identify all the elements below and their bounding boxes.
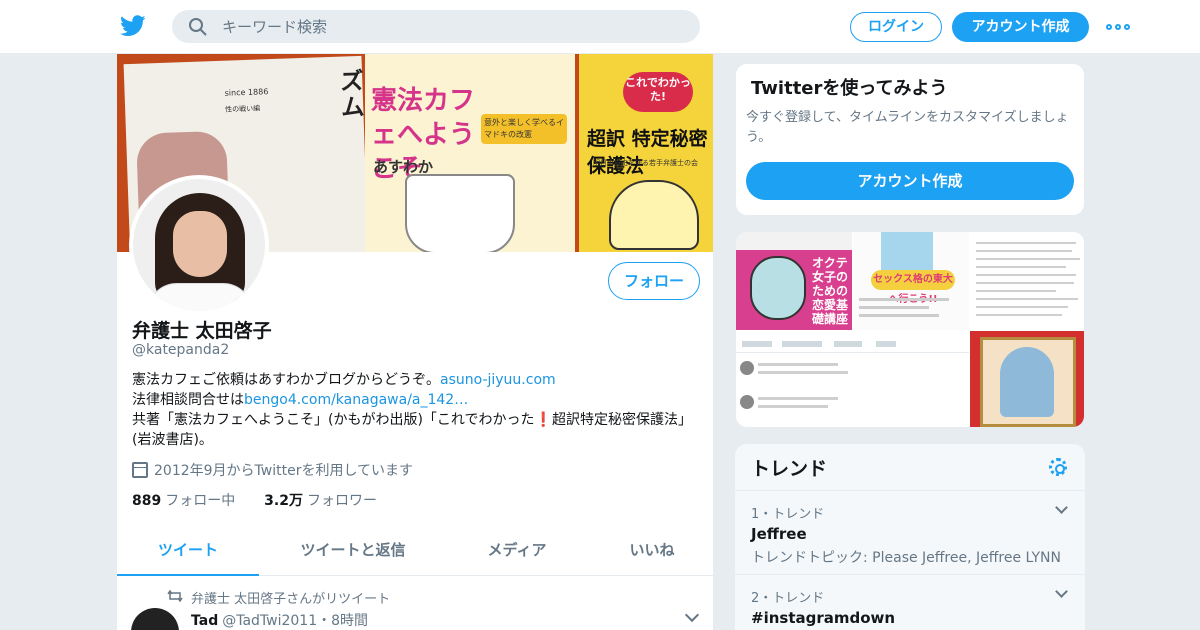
retweet-note: 弁護士 太田啓子さんがリツイート [191, 592, 391, 607]
search-input[interactable] [222, 10, 682, 43]
tab-tweets-and-replies[interactable]: ツイートと返信 [283, 530, 423, 576]
retweet-icon [167, 590, 183, 602]
banner-book-kenpo-cafe: 憲法カフェへようこそ 意外と楽しく学べるイマドキの改憲 あすわか [365, 54, 575, 252]
signup-card-text: 今すぐ登録して、タイムラインをカスタマイズしましょう。 [746, 110, 1069, 145]
banner-cup-illustration [405, 174, 515, 252]
tweet-author-avatar[interactable] [131, 608, 179, 630]
banner-book2-subtitle: 意外と楽しく学べるイマドキの改憲 [481, 114, 567, 144]
profile-avatar[interactable] [129, 175, 269, 315]
bio-text: 法律相談問合せは [132, 392, 244, 408]
trend-topic: #instagramdown [751, 609, 896, 627]
login-button[interactable]: ログイン [850, 12, 942, 42]
chevron-down-icon[interactable] [1055, 501, 1068, 514]
media-thumbnails: オクテ女子のための恋愛基礎講座 セックス格の東大へ行こう!! [735, 231, 1085, 428]
profile-bio: 憲法カフェご依頼はあすわかブログからどうぞ。asuno-jiyuu.com 法律… [132, 370, 702, 450]
trend-topic: Jeffree [751, 525, 807, 543]
tweet-author-handle: @TadTwi2011 [222, 613, 318, 629]
media-thumbnail-4[interactable] [736, 331, 969, 427]
trend-item[interactable]: 1・トレンド Jeffree トレンドトピック: Please Jeffree,… [735, 490, 1085, 574]
chevron-down-icon[interactable] [1055, 585, 1068, 598]
join-date-text: 2012年9月からTwitterを利用しています [154, 463, 414, 479]
trends-panel: トレンド 1・トレンド Jeffree トレンドトピック: Please Jef… [735, 444, 1085, 630]
signup-card-title: Twitterを使ってみよう [751, 78, 948, 99]
following-count: 889 [132, 493, 162, 509]
tweet-time[interactable]: ・8時間 [317, 613, 368, 629]
bio-text: 共著「憲法カフェへようこそ」(かもがわ出版)「これでわかった [132, 412, 535, 428]
gear-icon[interactable] [1049, 458, 1067, 476]
chevron-down-icon[interactable] [684, 607, 700, 623]
profile-join-date: 2012年9月からTwitterを利用しています [132, 460, 413, 480]
follow-button[interactable]: フォロー [608, 262, 700, 300]
profile-handle: @katepanda2 [132, 342, 230, 358]
media-thumbnail-2[interactable]: セックス格の東大へ行こう!! [853, 232, 969, 330]
banner-character-illustration [609, 180, 699, 250]
exclamation-icon: ❗ [534, 412, 552, 428]
trend-meta: 2・トレンド [751, 591, 825, 606]
top-navigation-bar: ログイン アカウント作成 [0, 0, 1200, 54]
twitter-bird-icon[interactable] [120, 14, 146, 38]
followers-stat[interactable]: 3.2万 フォロワー [264, 493, 377, 509]
bio-text: 憲法カフェご依頼はあすわかブログからどうぞ。 [132, 372, 440, 388]
following-label: フォロー中 [165, 493, 236, 509]
trend-item[interactable]: 2・トレンド #instagramdown [735, 574, 1085, 630]
trend-meta: 1・トレンド [751, 507, 825, 522]
following-stat[interactable]: 889 フォロー中 [132, 493, 235, 509]
signup-card: Twitterを使ってみよう 今すぐ登録して、タイムラインをカスタマイズしましょ… [735, 63, 1085, 216]
followers-label: フォロワー [306, 493, 377, 509]
profile-column: since 1886 性の戦い編 日本のフェミニズム 憲法カフェへようこそ 意外… [116, 54, 714, 630]
banner-book1-subcaption: 性の戦い編 [225, 104, 261, 114]
banner-book-secrecy-law: これでわかった! 超訳 特定秘密保護法 明日の自由を守る若手弁護士の会 [579, 54, 713, 252]
character-illustration [1000, 347, 1054, 417]
tweet-author[interactable]: Tad @TadTwi2011・8時間 [191, 610, 368, 630]
media-thumbnail-5[interactable] [970, 331, 1084, 427]
banner-book3-badge: これでわかった! [623, 72, 693, 112]
trends-title: トレンド [751, 458, 828, 480]
followers-count: 3.2万 [264, 493, 303, 509]
tab-likes[interactable]: いいね [607, 530, 697, 576]
signup-button[interactable]: アカウント作成 [952, 12, 1089, 42]
banner-book3-subtitle: 明日の自由を守る若手弁護士の会 [593, 159, 698, 167]
signup-card-button[interactable]: アカウント作成 [746, 162, 1074, 200]
media-thumbnail-3[interactable] [970, 232, 1084, 330]
trend-description: トレンドトピック: Please Jeffree, Jeffree LYNN [751, 550, 1061, 566]
profile-stats: 889 フォロー中 3.2万 フォロワー [132, 490, 377, 510]
media-thumbnail-1[interactable]: オクテ女子のための恋愛基礎講座 [736, 232, 852, 330]
profile-tabs: ツイート ツイートと返信 メディア いいね [117, 530, 713, 576]
banner-book1-caption: since 1886 [224, 87, 269, 98]
bio-link-asuno[interactable]: asuno-jiyuu.com [440, 372, 556, 388]
search-box[interactable] [172, 10, 700, 43]
character-illustration [750, 256, 806, 320]
media-thumbnail-1-text: オクテ女子のための恋愛基礎講座 [812, 256, 849, 326]
search-icon [189, 18, 207, 36]
media-thumbnail-2-text: セックス格の東大へ行こう!! [871, 270, 955, 305]
tweet-author-name: Tad [191, 613, 219, 629]
bio-link-bengo4[interactable]: bengo4.com/kanagawa/a_142… [244, 392, 468, 408]
more-options-icon[interactable] [1106, 18, 1132, 36]
calendar-icon [132, 462, 148, 478]
tab-media[interactable]: メディア [467, 530, 567, 576]
banner-book3-title: 超訳 特定秘密保護法 [587, 128, 708, 177]
profile-name: 弁護士 太田啓子 [132, 320, 272, 342]
tab-tweets[interactable]: ツイート [117, 530, 259, 576]
